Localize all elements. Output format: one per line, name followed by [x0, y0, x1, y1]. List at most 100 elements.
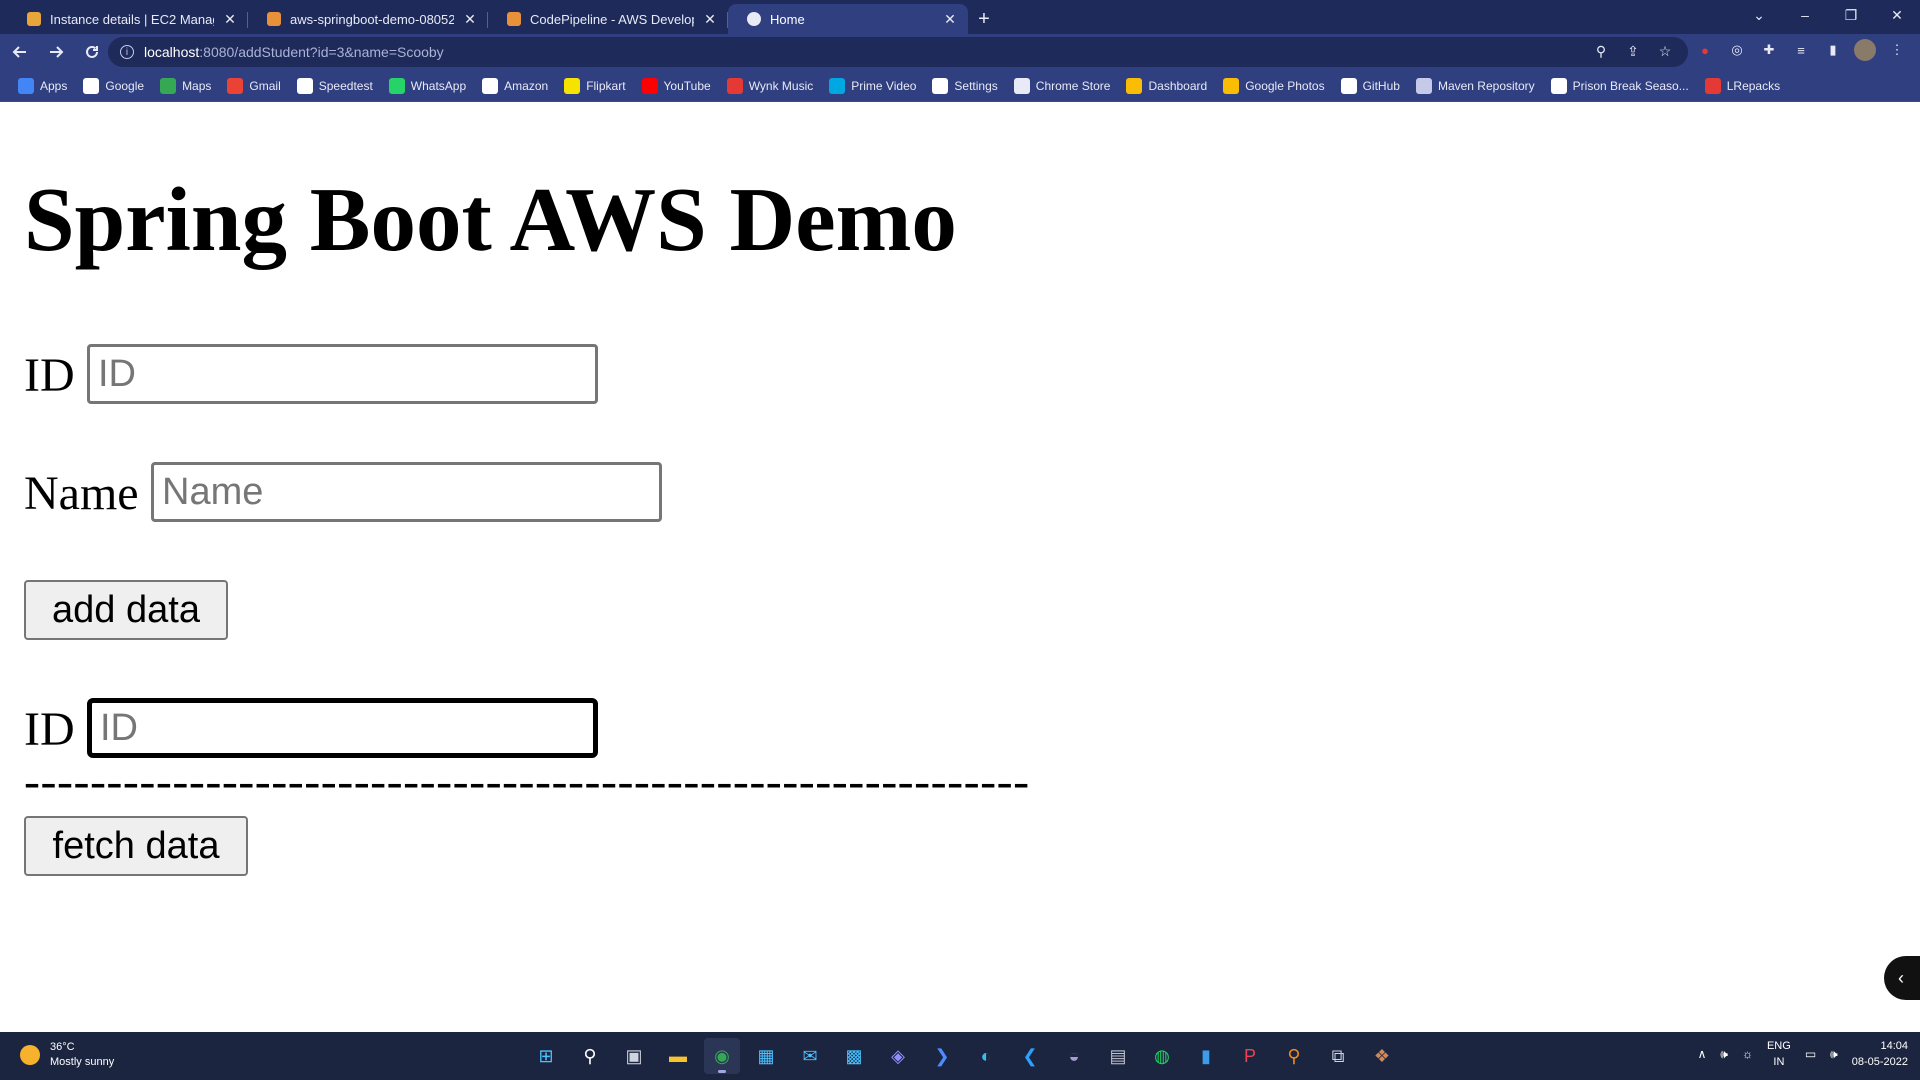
- minimize-button[interactable]: –: [1782, 0, 1828, 30]
- remote-desktop-taskbar-button[interactable]: ⧉: [1320, 1038, 1356, 1074]
- zoom-icon[interactable]: ⚲: [1592, 42, 1610, 60]
- back-button[interactable]: [4, 36, 36, 68]
- share-icon[interactable]: ⇪: [1624, 42, 1642, 60]
- close-tab-icon[interactable]: ✕: [942, 11, 958, 28]
- chrome-taskbar-button[interactable]: ◉: [704, 1038, 740, 1074]
- running-indicator: [718, 1070, 726, 1073]
- fetch-id-input[interactable]: [87, 698, 598, 758]
- whatsapp-icon: [388, 77, 405, 94]
- clock[interactable]: 14:04 08-05-2022: [1852, 1038, 1908, 1070]
- bookmark-maven-repository[interactable]: Maven Repository: [1408, 74, 1543, 98]
- tab-3[interactable]: Home ✕: [728, 4, 968, 34]
- network-icon[interactable]: ▭: [1805, 1047, 1816, 1061]
- spotify-taskbar-button[interactable]: ◍: [1144, 1038, 1180, 1074]
- bookmark-star-icon[interactable]: ☆: [1656, 42, 1674, 60]
- powershell-taskbar-button[interactable]: ❯: [924, 1038, 960, 1074]
- maps-icon: [160, 77, 177, 94]
- search-app-taskbar-button[interactable]: ⚲: [1276, 1038, 1312, 1074]
- forward-button[interactable]: [40, 36, 72, 68]
- chevron-up-icon[interactable]: ∧: [1698, 1047, 1707, 1061]
- store-taskbar-button[interactable]: ▦: [748, 1038, 784, 1074]
- reading-list-icon[interactable]: ≡: [1790, 39, 1812, 61]
- start-taskbar-button[interactable]: ⊞: [528, 1038, 564, 1074]
- close-window-button[interactable]: ✕: [1874, 0, 1920, 30]
- bookmark-settings[interactable]: Settings: [924, 74, 1005, 98]
- teams-taskbar-button[interactable]: ▮: [1188, 1038, 1224, 1074]
- bookmark-youtube[interactable]: YouTube: [634, 74, 719, 98]
- weather-widget[interactable]: 36°C Mostly sunny: [20, 1040, 114, 1070]
- fetch-data-button[interactable]: fetch data: [24, 816, 248, 876]
- task-view-taskbar-button[interactable]: ▣: [616, 1038, 652, 1074]
- bookmark-label: LRepacks: [1726, 78, 1781, 93]
- bookmark-dashboard[interactable]: Dashboard: [1118, 74, 1215, 98]
- bookmark-google-photos[interactable]: Google Photos: [1215, 74, 1332, 98]
- tab-search-button[interactable]: ⌄: [1736, 0, 1782, 30]
- mail-taskbar-button[interactable]: ✉: [792, 1038, 828, 1074]
- site-info-icon[interactable]: i: [120, 45, 134, 59]
- photos-taskbar-button[interactable]: ▩: [836, 1038, 872, 1074]
- extensions-puzzle-icon[interactable]: ✚: [1758, 39, 1780, 61]
- file-explorer-taskbar-button[interactable]: ▬: [660, 1038, 696, 1074]
- add-id-input[interactable]: [87, 344, 598, 404]
- tab-title: CodePipeline - AWS Developer To: [530, 11, 694, 27]
- tab-0[interactable]: Instance details | EC2 Manageme ✕: [8, 4, 248, 34]
- language-indicator[interactable]: ENG IN: [1767, 1038, 1791, 1070]
- tab-2[interactable]: CodePipeline - AWS Developer To ✕: [488, 4, 728, 34]
- visual-studio-taskbar-button[interactable]: ◈: [880, 1038, 916, 1074]
- sun-icon: [20, 1045, 40, 1065]
- side-panel-handle[interactable]: ‹: [1884, 956, 1920, 1000]
- close-tab-icon[interactable]: ✕: [222, 11, 238, 28]
- bookmark-label: YouTube: [663, 78, 711, 93]
- bookmark-prime-video[interactable]: Prime Video: [821, 74, 924, 98]
- bookmark-apps[interactable]: Apps: [10, 74, 75, 98]
- bookmark-chrome-store[interactable]: Chrome Store: [1006, 74, 1119, 98]
- address-bar[interactable]: i localhost:8080/addStudent?id=3&name=Sc…: [108, 37, 1688, 67]
- menu-kebab-icon[interactable]: ⋮: [1886, 39, 1908, 61]
- task-view-icon: ▣: [625, 1045, 643, 1066]
- speaker-icon[interactable]: 🕪: [1720, 1047, 1728, 1062]
- bookmark-lrepacks[interactable]: LRepacks: [1697, 74, 1788, 98]
- bookmark-maps[interactable]: Maps: [152, 74, 219, 98]
- address-bar-actions: ⚲ ⇪ ☆: [1592, 42, 1674, 60]
- bookmark-whatsapp[interactable]: WhatsApp: [381, 74, 474, 98]
- extension-eyes-icon[interactable]: ◎: [1726, 39, 1748, 61]
- speedtest-icon: [296, 77, 313, 94]
- profile-avatar[interactable]: [1854, 39, 1876, 61]
- bookmark-google[interactable]: Google: [75, 74, 152, 98]
- bookmark-wynk-music[interactable]: Wynk Music: [719, 74, 822, 98]
- volume-icon[interactable]: 🕪: [1830, 1047, 1838, 1062]
- reload-button[interactable]: [76, 36, 108, 68]
- visual-studio-icon: ◈: [891, 1045, 905, 1066]
- tab-list: Instance details | EC2 Manageme✕aws-spri…: [8, 4, 968, 34]
- vscode-taskbar-button[interactable]: ❮: [1012, 1038, 1048, 1074]
- edge-taskbar-button[interactable]: ◐: [968, 1038, 1004, 1074]
- tab-title: Instance details | EC2 Manageme: [50, 11, 214, 27]
- dashboard-icon: [1126, 77, 1143, 94]
- aws-box-icon: [506, 11, 522, 27]
- close-tab-icon[interactable]: ✕: [702, 11, 718, 28]
- bookmark-prison-break-seaso[interactable]: Prison Break Seaso...: [1543, 74, 1697, 98]
- calculator-taskbar-button[interactable]: ▤: [1100, 1038, 1136, 1074]
- bookmark-flipkart[interactable]: Flipkart: [556, 74, 633, 98]
- extension-red-icon[interactable]: ●: [1694, 39, 1716, 61]
- side-panel-icon[interactable]: ▮: [1822, 39, 1844, 61]
- name-input[interactable]: [151, 462, 662, 522]
- search-taskbar-button[interactable]: ⚲: [572, 1038, 608, 1074]
- youtube-icon: [641, 77, 658, 94]
- bookmark-speedtest[interactable]: Speedtest: [289, 74, 381, 98]
- bookmark-github[interactable]: GitHub: [1333, 74, 1408, 98]
- pocket-taskbar-button[interactable]: P: [1232, 1038, 1268, 1074]
- new-tab-button[interactable]: +: [968, 4, 1000, 34]
- bookmark-amazon[interactable]: Amazon: [474, 74, 556, 98]
- game-taskbar-button[interactable]: ❖: [1364, 1038, 1400, 1074]
- bookmarks-bar: Apps Google Maps Gmail Speedtest WhatsApp Amaz…: [0, 70, 1920, 102]
- brightness-icon[interactable]: ☼: [1742, 1047, 1753, 1061]
- eclipse-taskbar-button[interactable]: ◒: [1056, 1038, 1092, 1074]
- add-data-button[interactable]: add data: [24, 580, 228, 640]
- gmail-icon: [227, 77, 244, 94]
- tab-1[interactable]: aws-springboot-demo-08052022 ✕: [248, 4, 488, 34]
- clock-time: 14:04: [1880, 1040, 1908, 1052]
- restore-button[interactable]: ❐: [1828, 0, 1874, 30]
- bookmark-gmail[interactable]: Gmail: [219, 74, 288, 98]
- close-tab-icon[interactable]: ✕: [462, 11, 478, 28]
